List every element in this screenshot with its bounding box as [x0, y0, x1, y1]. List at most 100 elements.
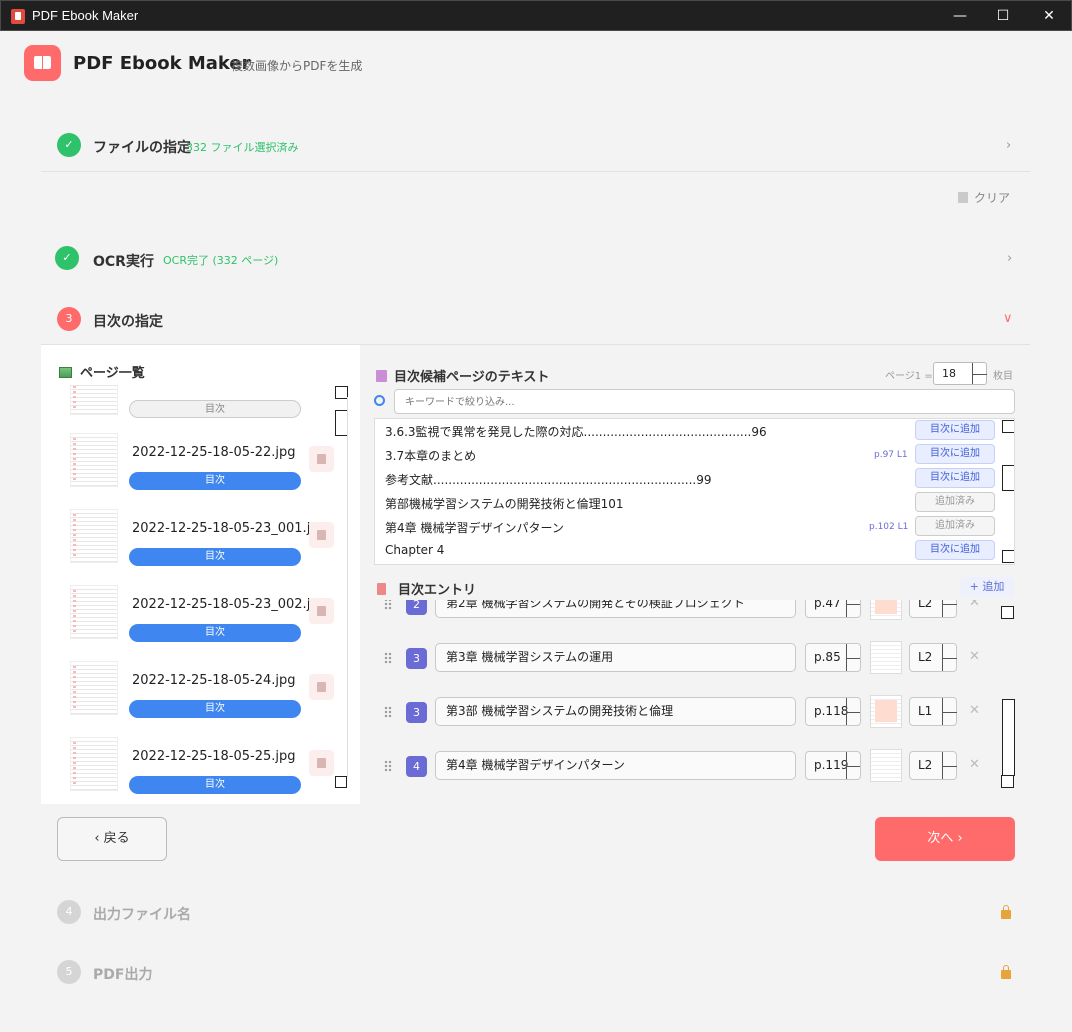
added-status-button[interactable]: 追加済み: [915, 492, 995, 512]
scrollbar-arrow-down[interactable]: [1001, 775, 1014, 788]
scrollbar-arrow-down[interactable]: [335, 776, 347, 788]
toc-title-field[interactable]: 第3章 機械学習システムの運用: [435, 643, 796, 672]
step-title: PDF出力: [93, 967, 153, 983]
page-list[interactable]: 目次 2022-12-25-18-05-22.jpg 目次 2022-12-25…: [41, 385, 345, 804]
maximize-button[interactable]: ☐: [980, 1, 1026, 31]
page-thumbnail: [70, 509, 118, 563]
add-to-toc-button[interactable]: 目次に追加: [915, 468, 995, 488]
list-item[interactable]: 2022-12-25-18-05-24.jpg 目次: [41, 661, 345, 737]
search-field[interactable]: [394, 389, 1015, 414]
list-item[interactable]: 2022-12-25-18-05-23_002.jpg 目次: [41, 585, 345, 661]
app-subtitle: 複数画像からPDFを生成: [231, 59, 363, 73]
toc-entry-row[interactable]: 3 第3部 機械学習システムの開発技術と倫理 p.118 L1 ✕: [374, 695, 999, 729]
scrollbar-arrow-down[interactable]: [1002, 550, 1014, 563]
add-to-toc-button[interactable]: 目次に追加: [915, 444, 995, 464]
spinner-arrows[interactable]: [846, 644, 860, 671]
remove-icon[interactable]: ✕: [969, 757, 980, 772]
toc-entry-row[interactable]: 3 第3章 機械学習システムの運用 p.85 L2 ✕: [374, 641, 999, 675]
page-field[interactable]: p.47: [805, 600, 861, 618]
trash-icon: [958, 192, 968, 203]
spinner-arrows[interactable]: [846, 698, 860, 725]
spinner-arrows[interactable]: [972, 363, 987, 384]
drag-handle-icon[interactable]: [384, 652, 392, 664]
toc-title-field[interactable]: 第2章 機械学習システムの開発とその検証プロジェクト: [435, 600, 796, 618]
page-thumbnail: [70, 737, 118, 791]
toc-entry-row[interactable]: 2 第2章 機械学習システムの開発とその検証プロジェクト p.47 L2 ✕: [374, 600, 999, 621]
page-thumbnail: [70, 385, 118, 415]
list-item[interactable]: 2022-12-25-18-05-25.jpg 目次: [41, 737, 345, 804]
toc-tag-button[interactable]: 目次: [129, 472, 301, 490]
level-field[interactable]: L1: [909, 697, 957, 726]
page-offset-input[interactable]: 18: [933, 362, 987, 385]
candidate-text: 第部機械学習システムの開発技術と倫理101: [385, 497, 624, 511]
toc-tag-button[interactable]: 目次: [129, 400, 301, 418]
level-field[interactable]: L2: [909, 600, 957, 618]
toc-tag-button[interactable]: 目次: [129, 624, 301, 642]
scrollbar-thumb[interactable]: [1002, 465, 1014, 491]
add-entry-button[interactable]: + 追加: [960, 577, 1014, 597]
spinner-arrows[interactable]: [942, 600, 957, 617]
spinner-arrows[interactable]: [846, 600, 860, 617]
next-button[interactable]: 次へ ›: [875, 817, 1015, 861]
page-field[interactable]: p.85: [805, 643, 861, 672]
file-name: 2022-12-25-18-05-24.jpg: [132, 673, 296, 688]
drag-handle-icon[interactable]: [384, 706, 392, 718]
toc-entry-list[interactable]: 2 第2章 機械学習システムの開発とその検証プロジェクト p.47 L2 ✕ 3…: [374, 600, 1015, 790]
list-item[interactable]: 2022-12-25-18-05-23_001.jpg 目次: [41, 509, 345, 585]
step-toc-header[interactable]: 3 目次の指定 ∨: [41, 303, 1030, 337]
step-files-header[interactable]: ✓ ファイルの指定 332 ファイル選択済み ›: [41, 128, 1030, 162]
scrollbar-thumb[interactable]: [1002, 699, 1015, 776]
check-icon: ✓: [57, 133, 81, 157]
toc-title-field[interactable]: 第3部 機械学習システムの開発技術と倫理: [435, 697, 796, 726]
toc-entry-row[interactable]: 4 第4章 機械学習デザインパターン p.119 L2 ✕: [374, 749, 999, 783]
delete-page-button[interactable]: [309, 674, 334, 700]
page-field[interactable]: p.119: [805, 751, 861, 780]
back-button[interactable]: ‹ 戻る: [57, 817, 167, 861]
added-status-button[interactable]: 追加済み: [915, 516, 995, 536]
remove-icon[interactable]: ✕: [969, 703, 980, 718]
step-number: 3: [57, 307, 81, 331]
page-thumbnail: [70, 585, 118, 639]
toc-tag-button[interactable]: 目次: [129, 776, 301, 794]
delete-page-button[interactable]: [309, 598, 334, 624]
toc-tag-button[interactable]: 目次: [129, 548, 301, 566]
add-to-toc-button[interactable]: 目次に追加: [915, 420, 995, 440]
spinner-arrows[interactable]: [942, 644, 957, 671]
spinner-arrows[interactable]: [942, 698, 957, 725]
minimize-button[interactable]: —: [937, 1, 983, 31]
candidate-list[interactable]: 3.6.3監視で異常を発見した際の対応.....................…: [374, 418, 1015, 565]
remove-icon[interactable]: ✕: [969, 600, 980, 610]
list-item[interactable]: 2022-12-25-18-05-22.jpg 目次: [41, 433, 345, 509]
app-icon: [11, 9, 25, 24]
candidate-text: 3.7本章のまとめ: [385, 449, 477, 463]
page-thumbnail: [70, 433, 118, 487]
search-input[interactable]: [395, 391, 995, 414]
candidate-text: 3.6.3監視で異常を発見した際の対応.....................…: [385, 425, 767, 439]
spinner-arrows[interactable]: [846, 752, 860, 779]
clear-button[interactable]: クリア: [958, 189, 1010, 206]
scrollbar-arrow-up[interactable]: [1001, 606, 1014, 619]
spinner-arrows[interactable]: [942, 752, 957, 779]
step-ocr-header[interactable]: ✓ OCR実行 OCR完了 (332 ページ) ›: [41, 242, 1030, 276]
list-item[interactable]: 目次: [41, 385, 345, 427]
delete-page-button[interactable]: [309, 446, 334, 472]
close-button[interactable]: ✕: [1026, 1, 1072, 31]
page-field[interactable]: p.118: [805, 697, 861, 726]
delete-page-button[interactable]: [309, 750, 334, 776]
chapter-badge: 2: [406, 600, 427, 615]
level-field[interactable]: L2: [909, 643, 957, 672]
add-to-toc-button[interactable]: 目次に追加: [915, 540, 995, 560]
level-field[interactable]: L2: [909, 751, 957, 780]
step-title: 出力ファイル名: [93, 907, 191, 923]
page-thumbnail: [70, 661, 118, 715]
scrollbar-arrow-up[interactable]: [1002, 420, 1014, 433]
toc-tag-button[interactable]: 目次: [129, 700, 301, 718]
file-name: 2022-12-25-18-05-23_002.jpg: [132, 597, 327, 612]
drag-handle-icon[interactable]: [384, 760, 392, 772]
drag-handle-icon[interactable]: [384, 600, 392, 610]
delete-page-button[interactable]: [309, 522, 334, 548]
remove-icon[interactable]: ✕: [969, 649, 980, 664]
page-thumbnail: [870, 600, 902, 620]
toc-title-field[interactable]: 第4章 機械学習デザインパターン: [435, 751, 796, 780]
app-logo: [24, 45, 61, 81]
